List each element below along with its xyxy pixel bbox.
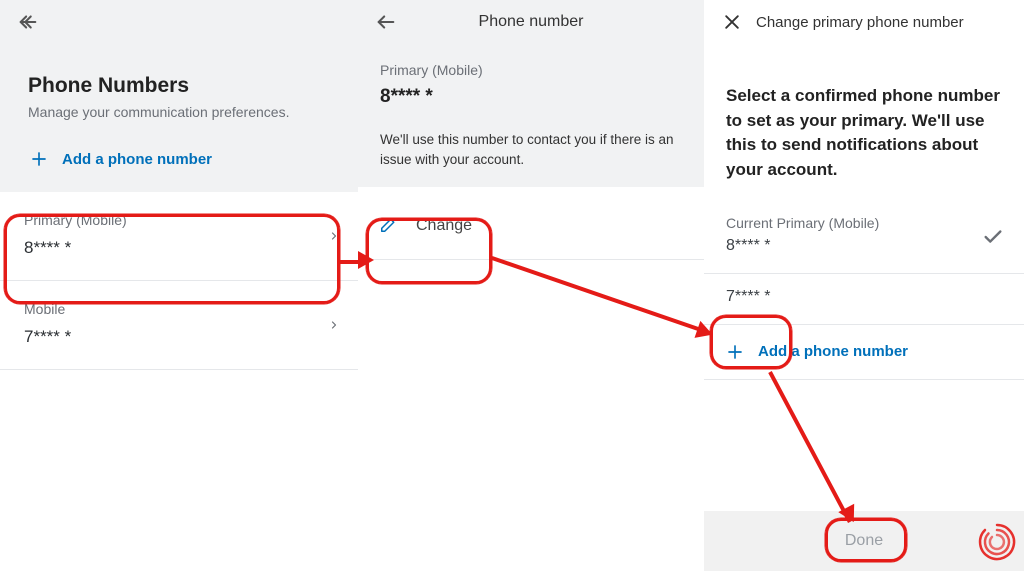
- alternate-phone-value: 7**** *: [726, 288, 1002, 306]
- plus-icon: [28, 150, 50, 168]
- phone-row-value: 8**** *: [24, 238, 334, 258]
- chevron-right-icon: [328, 315, 340, 335]
- close-icon[interactable]: [718, 8, 746, 36]
- pencil-icon: [378, 217, 396, 235]
- phone-row-value: 7**** *: [24, 327, 334, 347]
- current-primary-value: 8**** *: [726, 237, 1002, 255]
- current-primary-row[interactable]: Current Primary (Mobile) 8**** *: [704, 201, 1024, 274]
- instruction-text: Select a confirmed phone number to set a…: [726, 84, 1002, 183]
- page-title: Phone Numbers: [28, 74, 330, 98]
- header-title: Change primary phone number: [756, 14, 1010, 31]
- plus-icon: [726, 343, 744, 361]
- screen-phone-detail: Phone number Primary (Mobile) 8**** * We…: [358, 0, 704, 571]
- alternate-phone-row[interactable]: 7**** *: [704, 274, 1024, 325]
- add-phone-label: Add a phone number: [758, 343, 908, 360]
- primary-description: We'll use this number to contact you if …: [376, 130, 686, 169]
- add-phone-button[interactable]: Add a phone number: [704, 325, 1024, 380]
- page-subtitle: Manage your communication preferences.: [28, 104, 330, 120]
- back-icon[interactable]: [14, 8, 42, 36]
- primary-label: Primary (Mobile): [376, 62, 686, 78]
- done-label: Done: [845, 532, 883, 550]
- current-primary-label: Current Primary (Mobile): [726, 215, 1002, 231]
- screen-change-primary: Change primary phone number Select a con…: [704, 0, 1024, 571]
- primary-value: 8**** *: [376, 86, 686, 108]
- phone-row-label: Primary (Mobile): [24, 212, 334, 228]
- screen-phone-numbers: Phone Numbers Manage your communication …: [0, 0, 358, 571]
- phone-row-label: Mobile: [24, 301, 334, 317]
- add-phone-button[interactable]: Add a phone number: [28, 150, 330, 168]
- phone-row-mobile[interactable]: Mobile 7**** *: [0, 281, 358, 370]
- done-button[interactable]: Done: [704, 511, 1024, 571]
- change-label: Change: [416, 217, 472, 235]
- check-icon: [982, 226, 1004, 248]
- back-icon[interactable]: [372, 8, 400, 36]
- add-phone-label: Add a phone number: [62, 151, 212, 168]
- header-title: Phone number: [410, 13, 652, 31]
- change-button[interactable]: Change: [358, 197, 704, 260]
- chevron-right-icon: [328, 226, 340, 246]
- phone-row-primary[interactable]: Primary (Mobile) 8**** *: [0, 192, 358, 281]
